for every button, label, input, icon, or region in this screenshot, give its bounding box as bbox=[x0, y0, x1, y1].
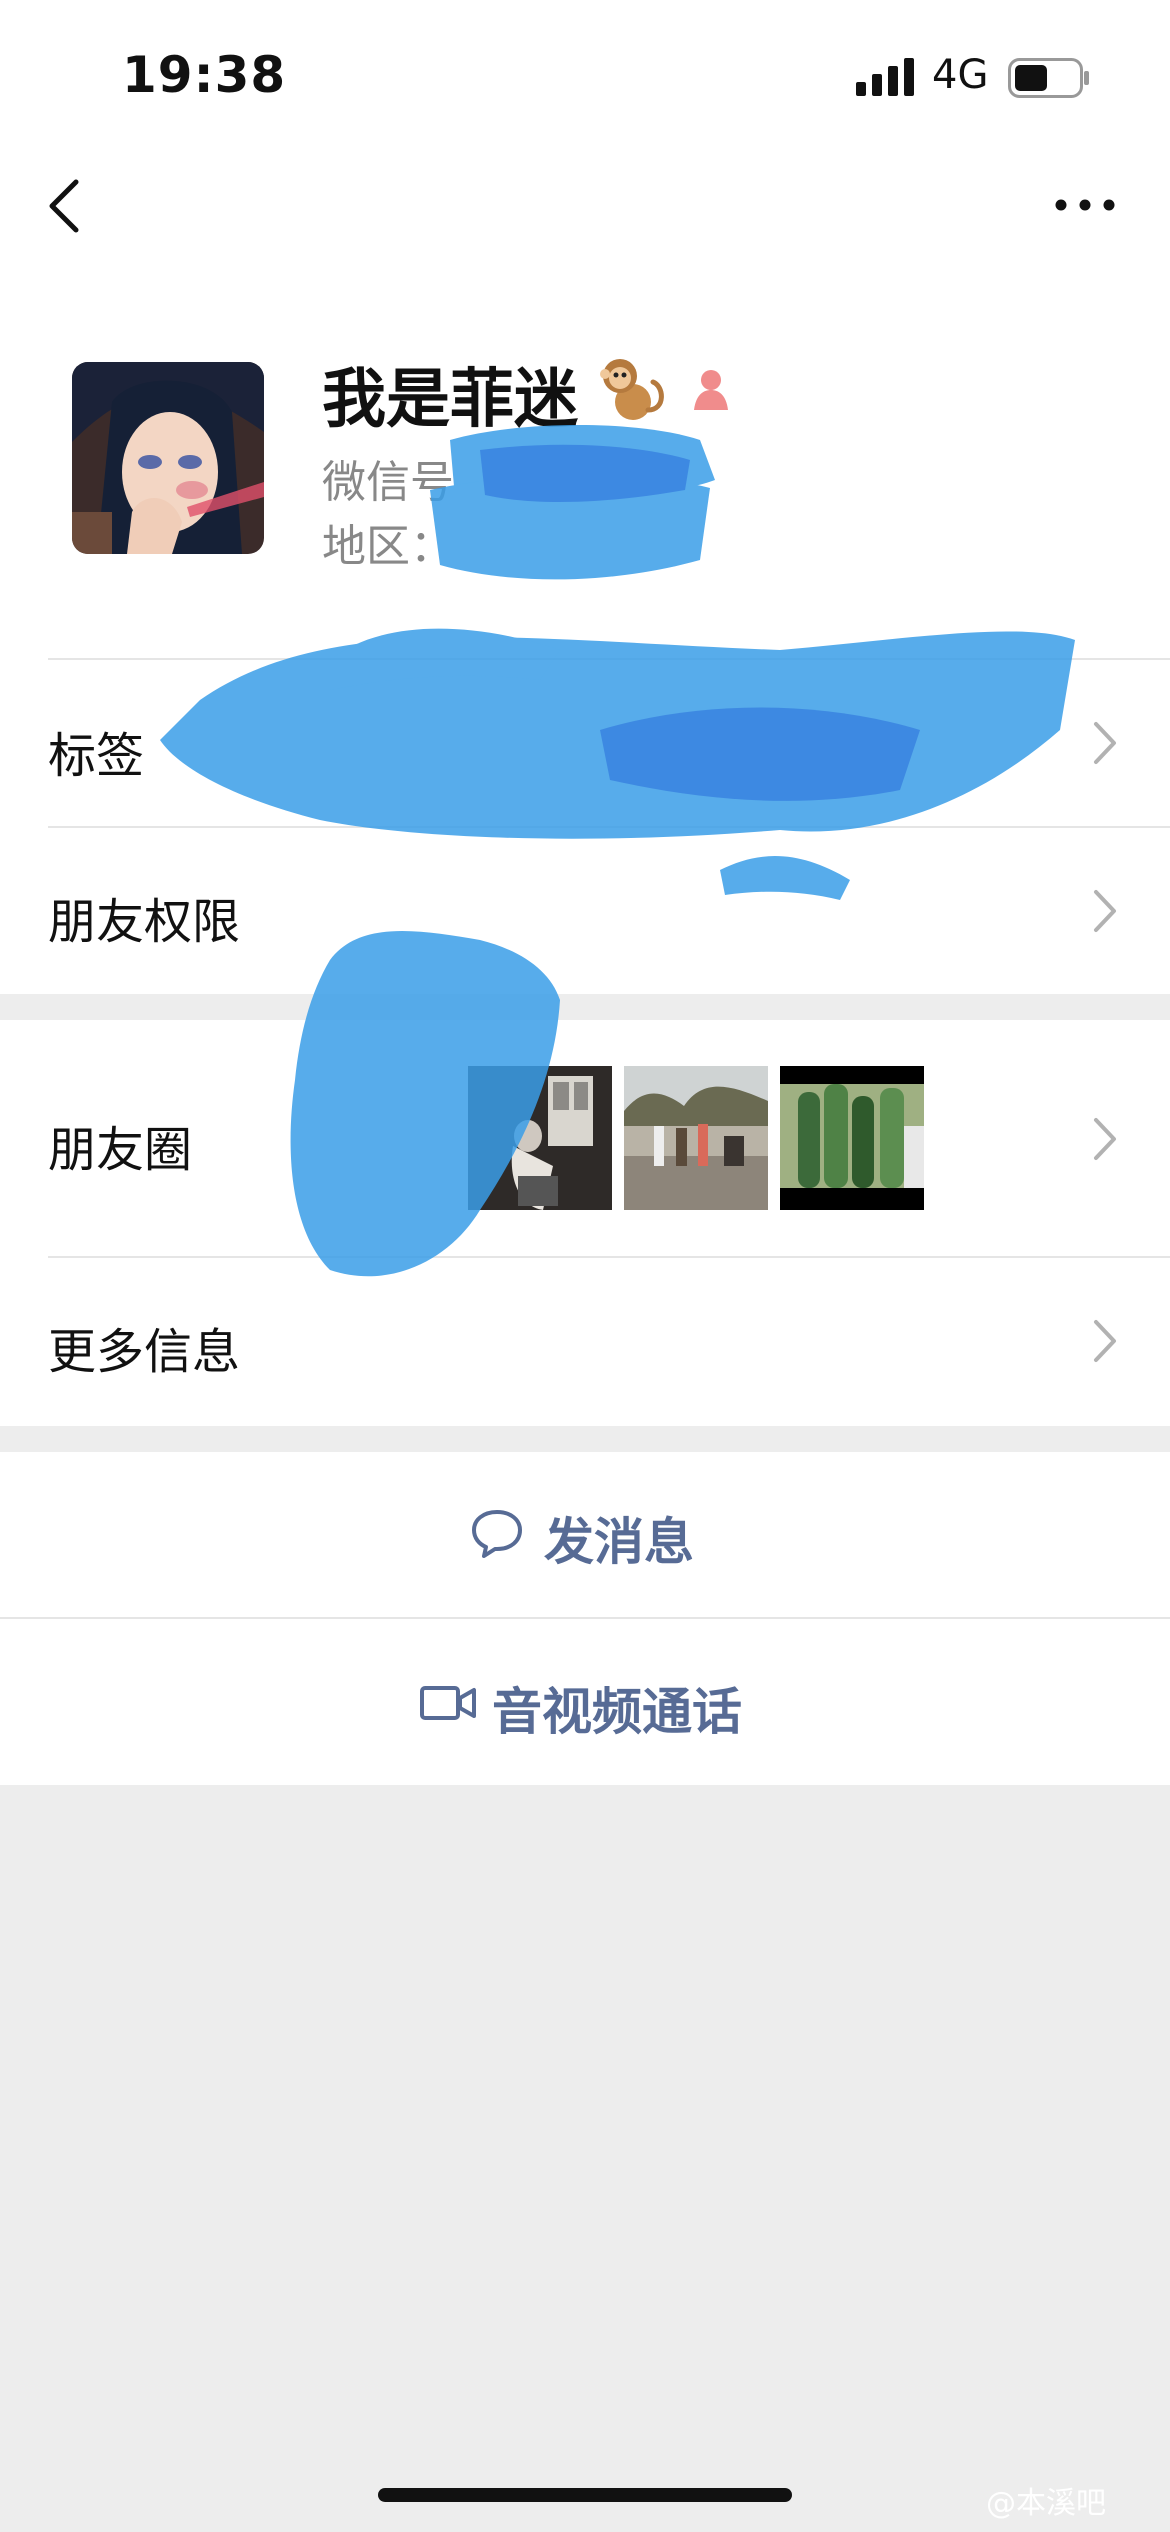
chevron-right-icon bbox=[1094, 1118, 1116, 1160]
video-camera-icon bbox=[420, 1686, 476, 1720]
back-button[interactable] bbox=[36, 170, 96, 240]
chevron-right-icon bbox=[1094, 890, 1116, 932]
network-type: 4G bbox=[932, 52, 989, 98]
watermark: @本溪吧 bbox=[986, 2486, 1106, 2521]
nav-bar bbox=[0, 150, 1170, 260]
friend-permissions-label: 朋友权限 bbox=[48, 894, 241, 950]
send-message-label: 发消息 bbox=[544, 1513, 694, 1571]
moments-thumbnail bbox=[624, 1066, 768, 1210]
signal-icon bbox=[856, 58, 914, 96]
battery-icon bbox=[1008, 58, 1089, 98]
more-info-label: 更多信息 bbox=[48, 1324, 241, 1380]
moments-thumbnail bbox=[780, 1066, 924, 1210]
more-options-button[interactable] bbox=[1050, 180, 1120, 230]
profile-name: 我是菲迷 bbox=[322, 363, 578, 437]
monkey-emoji-icon bbox=[600, 359, 664, 420]
wechat-id-label: 微信号 bbox=[322, 457, 454, 508]
region-label: 地区： bbox=[322, 521, 454, 572]
chevron-right-icon bbox=[1094, 722, 1116, 764]
avatar[interactable] bbox=[72, 362, 264, 554]
tags-row[interactable] bbox=[0, 660, 1170, 828]
female-person-icon bbox=[694, 370, 728, 410]
moments-thumbnail bbox=[468, 1066, 612, 1210]
home-indicator[interactable] bbox=[378, 2488, 792, 2502]
divider bbox=[48, 658, 1170, 660]
av-call-label: 音视频通话 bbox=[492, 1683, 742, 1741]
status-time: 19:38 bbox=[122, 46, 287, 104]
chevron-right-icon bbox=[1094, 1320, 1116, 1362]
chat-bubble-icon bbox=[472, 1510, 522, 1558]
moments-label: 朋友圈 bbox=[48, 1122, 193, 1178]
tags-label: 标签 bbox=[48, 728, 145, 784]
